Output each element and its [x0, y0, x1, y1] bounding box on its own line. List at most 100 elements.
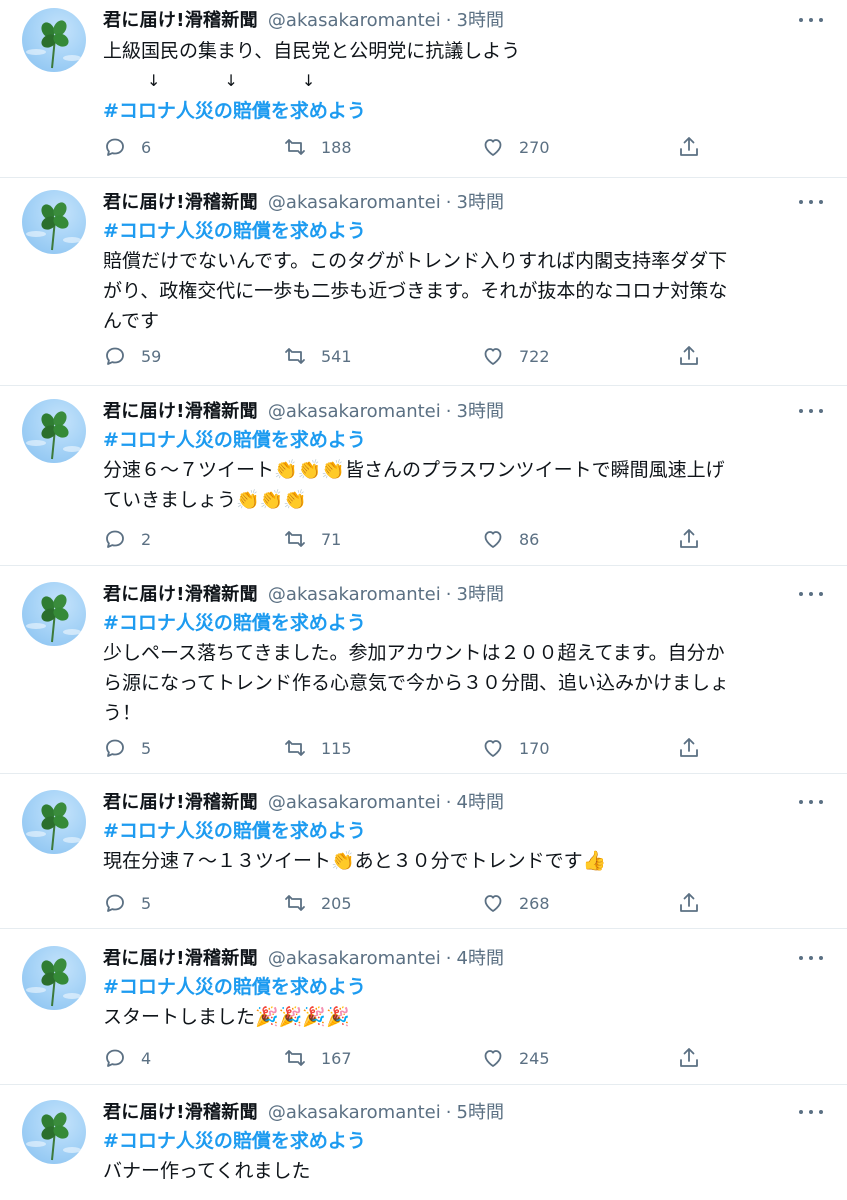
user-handle[interactable]: @akasakaromantei [268, 948, 441, 969]
separator: · [445, 1102, 452, 1123]
like-icon [484, 139, 502, 156]
avatar[interactable] [22, 1100, 86, 1164]
tweet-header: 君に届け!滑稽新聞 @akasakaromantei · 4時間 [103, 788, 504, 816]
reply-button[interactable]: 4 [103, 1043, 151, 1073]
retweet-button[interactable]: 205 [283, 888, 352, 918]
timestamp[interactable]: 5時間 [457, 1098, 504, 1124]
hashtag-link[interactable]: #コロナ人災の賠償を求めよう [103, 608, 819, 638]
tweet-actions: 5 205 268 [103, 888, 723, 918]
like-button[interactable]: 245 [481, 1043, 550, 1073]
retweet-button[interactable]: 167 [283, 1043, 352, 1073]
share-button[interactable] [677, 341, 701, 371]
hashtag-link[interactable]: #コロナ人災の賠償を求めよう [103, 972, 819, 1002]
reply-button[interactable]: 59 [103, 341, 161, 371]
reply-button[interactable]: 6 [103, 132, 151, 162]
tweet-line: ていきましょう👏👏👏 [103, 489, 307, 511]
user-handle[interactable]: @akasakaromantei [268, 192, 441, 213]
separator: · [445, 948, 452, 969]
tweet-line: ↓ ↓ ↓ [147, 71, 316, 90]
retweet-count: 205 [321, 893, 352, 913]
share-button[interactable] [677, 1043, 701, 1073]
clover-avatar [26, 202, 81, 251]
avatar[interactable] [22, 190, 86, 254]
tweet-actions: 2 71 86 [103, 524, 723, 554]
retweet-icon [285, 531, 305, 547]
tweet-text: #コロナ人災の賠償を求めよう賠償だけでないんです。このタグがトレンド入りすれば内… [103, 216, 819, 336]
display-name[interactable]: 君に届け!滑稽新聞 [103, 580, 258, 606]
hashtag-link[interactable]: #コロナ人災の賠償を求めよう [103, 425, 819, 455]
display-name[interactable]: 君に届け!滑稽新聞 [103, 944, 258, 970]
avatar[interactable] [22, 399, 86, 463]
avatar[interactable] [22, 8, 86, 72]
share-icon [680, 893, 698, 912]
avatar[interactable] [22, 946, 86, 1010]
like-icon [484, 348, 502, 365]
like-button[interactable]: 270 [481, 132, 550, 162]
user-handle[interactable]: @akasakaromantei [268, 10, 441, 31]
retweet-button[interactable]: 71 [283, 524, 341, 554]
retweet-button[interactable]: 541 [283, 341, 352, 371]
timestamp[interactable]: 3時間 [457, 6, 504, 32]
like-icon [484, 895, 502, 912]
hashtag-link[interactable]: #コロナ人災の賠償を求めよう [103, 816, 819, 846]
display-name[interactable]: 君に届け!滑稽新聞 [103, 6, 258, 32]
retweet-button[interactable]: 115 [283, 733, 352, 763]
like-count: 270 [519, 137, 550, 157]
timestamp[interactable]: 3時間 [457, 580, 504, 606]
timestamp[interactable]: 4時間 [457, 788, 504, 814]
like-button[interactable]: 86 [481, 524, 539, 554]
share-icon [680, 738, 698, 757]
like-button[interactable]: 722 [481, 341, 550, 371]
reply-icon [106, 530, 124, 548]
tweet-line: 賠償だけでないんです。このタグがトレンド入りすれば内閣支持率ダダ下 [103, 250, 728, 272]
more-icon[interactable] [799, 954, 823, 962]
tweet-actions: 4 167 245 [103, 1043, 723, 1073]
more-icon[interactable] [799, 16, 823, 24]
share-button[interactable] [677, 524, 701, 554]
timestamp[interactable]: 3時間 [457, 188, 504, 214]
more-icon[interactable] [799, 407, 823, 415]
retweet-count: 115 [321, 738, 352, 758]
user-handle[interactable]: @akasakaromantei [268, 1102, 441, 1123]
share-button[interactable] [677, 132, 701, 162]
tweet-line: バナー作ってくれました [103, 1160, 311, 1182]
tweet-line: んです [103, 310, 160, 332]
tweet-line: 分速６～７ツイート👏👏👏皆さんのプラスワンツイートで瞬間風速上げ [103, 459, 725, 481]
like-count: 245 [519, 1048, 550, 1068]
tweet-text: #コロナ人災の賠償を求めようバナー作ってくれました [103, 1126, 819, 1186]
hashtag-link[interactable]: #コロナ人災の賠償を求めよう [103, 1126, 819, 1156]
more-icon[interactable] [799, 798, 823, 806]
clover-avatar [26, 20, 81, 69]
user-handle[interactable]: @akasakaromantei [268, 584, 441, 605]
reply-button[interactable]: 5 [103, 888, 151, 918]
tweet-line: 上級国民の集まり、自民党と公明党に抗議しよう [103, 40, 521, 62]
tweet-actions: 6 188 270 [103, 132, 723, 162]
more-icon[interactable] [799, 590, 823, 598]
display-name[interactable]: 君に届け!滑稽新聞 [103, 188, 258, 214]
user-handle[interactable]: @akasakaromantei [268, 792, 441, 813]
reply-button[interactable]: 2 [103, 524, 151, 554]
share-button[interactable] [677, 888, 701, 918]
retweet-button[interactable]: 188 [283, 132, 352, 162]
tweet-line: 現在分速７～１３ツイート👏あと３０分でトレンドです👍 [103, 850, 607, 872]
more-icon[interactable] [799, 1108, 823, 1116]
avatar[interactable] [22, 582, 86, 646]
display-name[interactable]: 君に届け!滑稽新聞 [103, 1098, 258, 1124]
display-name[interactable]: 君に届け!滑稽新聞 [103, 788, 258, 814]
more-icon[interactable] [799, 198, 823, 206]
avatar[interactable] [22, 790, 86, 854]
timestamp[interactable]: 3時間 [457, 397, 504, 423]
like-button[interactable]: 170 [481, 733, 550, 763]
display-name[interactable]: 君に届け!滑稽新聞 [103, 397, 258, 423]
reply-icon [106, 347, 124, 365]
tweet-header: 君に届け!滑稽新聞 @akasakaromantei · 4時間 [103, 944, 504, 972]
share-button[interactable] [677, 733, 701, 763]
hashtag-link[interactable]: #コロナ人災の賠償を求めよう [103, 216, 819, 246]
like-button[interactable]: 268 [481, 888, 550, 918]
hashtag-link[interactable]: #コロナ人災の賠償を求めよう [103, 96, 819, 126]
reply-count: 5 [141, 738, 152, 758]
clover-avatar [26, 958, 81, 1007]
user-handle[interactable]: @akasakaromantei [268, 401, 441, 422]
reply-button[interactable]: 5 [103, 733, 151, 763]
timestamp[interactable]: 4時間 [457, 944, 504, 970]
